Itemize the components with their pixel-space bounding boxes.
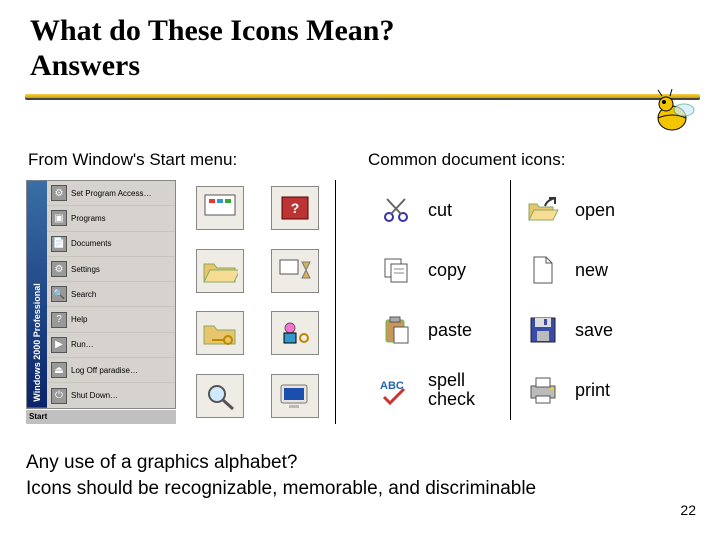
taskbar: Start <box>26 409 176 424</box>
open-label: open <box>571 200 639 221</box>
left-panel: Windows 2000 Professional ⚙Set Program A… <box>26 180 346 424</box>
start-menu-item: ▶Run… <box>47 333 175 358</box>
help-icon: ? <box>51 312 67 328</box>
program-access-icon: ⚙ <box>51 185 67 201</box>
start-button-label: Start <box>29 412 47 421</box>
settings-icon: ⚙ <box>51 261 67 277</box>
user-key-icon <box>271 311 319 355</box>
doc-icons-col-1: cut copy paste ABC spell check <box>368 180 511 420</box>
shutdown-icon: ⏻ <box>51 388 67 404</box>
footer-text: Any use of a graphics alphabet? Icons sh… <box>26 450 700 501</box>
start-menu-item: ?Help <box>47 307 175 332</box>
table-row: copy <box>368 240 510 300</box>
start-menu-banner: Windows 2000 Professional <box>27 181 47 408</box>
copy-icon <box>378 252 414 288</box>
paste-icon <box>378 312 414 348</box>
table-row: cut <box>368 180 510 240</box>
table-row: save <box>515 300 639 360</box>
start-menu-list: ⚙Set Program Access… ▣Programs 📄Document… <box>47 181 175 408</box>
programs-icon: ▣ <box>51 210 67 226</box>
table-row: open <box>515 180 639 240</box>
documents-icon: 📄 <box>51 236 67 252</box>
spellcheck-icon: ABC <box>378 372 414 408</box>
open-icon <box>525 192 561 228</box>
svg-text:ABC: ABC <box>380 380 404 392</box>
table-row: paste <box>368 300 510 360</box>
footer-line-2: Icons should be recognizable, memorable,… <box>26 478 536 499</box>
table-row: new <box>515 240 639 300</box>
start-menu-item: ▣Programs <box>47 206 175 231</box>
subhead-start-menu: From Window's Start menu: <box>28 150 237 170</box>
new-icon <box>525 252 561 288</box>
save-icon <box>525 312 561 348</box>
logoff-icon: ⏏ <box>51 362 67 378</box>
paste-label: paste <box>424 321 510 340</box>
title-line-2: Answers <box>30 49 140 82</box>
footer-line-1: Any use of a graphics alphabet? <box>26 452 297 473</box>
start-menu-item: ⚙Settings <box>47 257 175 282</box>
new-label: new <box>571 260 639 281</box>
folder-icon <box>196 249 244 293</box>
misc-icon-column-1 <box>184 180 256 424</box>
cut-icon <box>378 192 414 228</box>
slide-title: What do These Icons Mean? Answers <box>0 0 720 83</box>
start-menu-item: 🔍Search <box>47 282 175 307</box>
subhead-doc-icons: Common document icons: <box>368 150 565 170</box>
hourglass-program-icon <box>271 249 319 293</box>
help-book-icon: ? <box>271 186 319 230</box>
table-row: print <box>515 360 639 420</box>
title-line-1: What do These Icons Mean? <box>30 14 394 47</box>
table-row: ABC spell check <box>368 360 510 420</box>
buzz-mascot-icon <box>642 86 702 140</box>
copy-label: copy <box>424 261 510 280</box>
doc-icons-col-2: open new save print <box>515 180 639 420</box>
svg-text:?: ? <box>290 200 299 216</box>
start-menu-screenshot: Windows 2000 Professional ⚙Set Program A… <box>26 180 176 424</box>
cut-label: cut <box>424 201 510 220</box>
desktop-icon <box>196 186 244 230</box>
spellcheck-label: spell check <box>424 371 510 409</box>
search-icon: 🔍 <box>51 286 67 302</box>
folder-key-icon <box>196 311 244 355</box>
misc-icon-column-2: ? <box>264 180 336 424</box>
print-label: print <box>571 380 639 401</box>
print-icon <box>525 372 561 408</box>
start-menu-item: ⏻Shut Down… <box>47 383 175 407</box>
run-icon: ▶ <box>51 337 67 353</box>
magnifier-icon <box>196 374 244 418</box>
start-menu-item: 📄Documents <box>47 232 175 257</box>
start-menu-item: ⚙Set Program Access… <box>47 181 175 206</box>
save-label: save <box>571 320 639 341</box>
start-menu-item: ⏏Log Off paradise… <box>47 358 175 383</box>
page-number: 22 <box>680 502 696 518</box>
monitor-icon <box>271 374 319 418</box>
document-icons-table: cut copy paste ABC spell check open <box>368 180 639 420</box>
title-underline <box>0 87 720 105</box>
